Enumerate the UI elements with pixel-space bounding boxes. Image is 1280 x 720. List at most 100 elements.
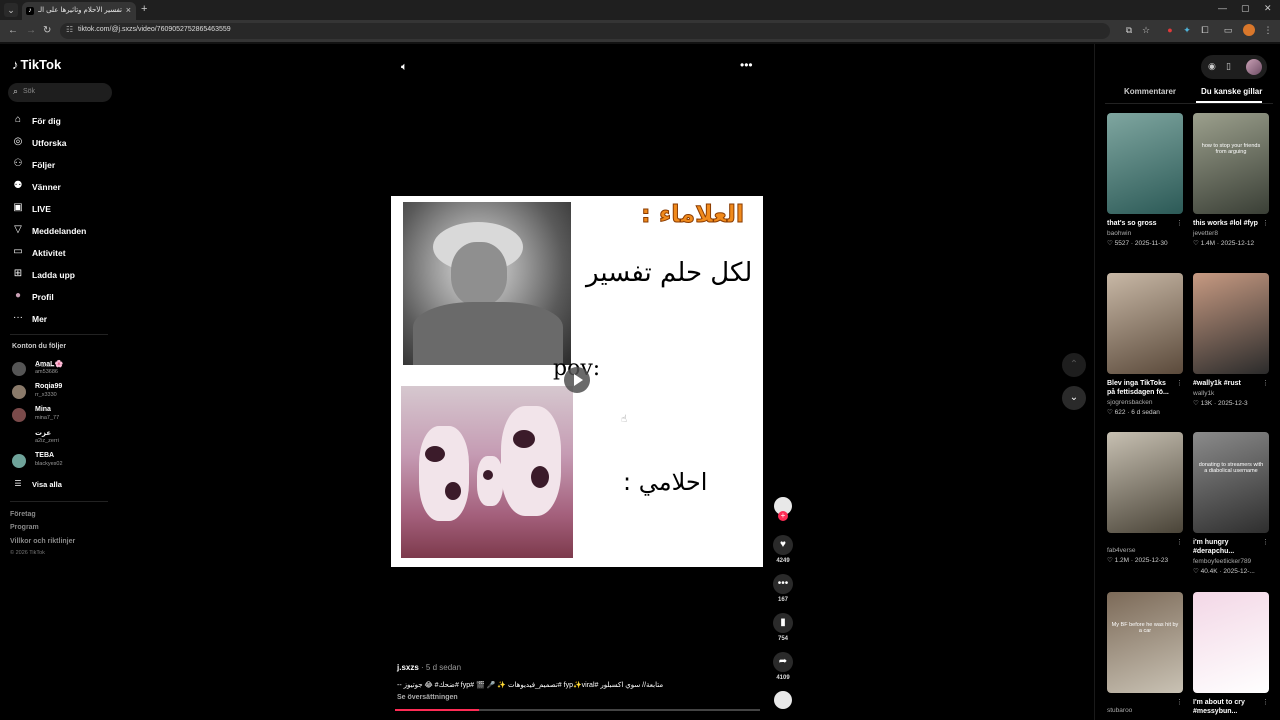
minimize-icon[interactable]: — — [1218, 3, 1227, 13]
save-button[interactable]: ▮ 754 — [772, 613, 794, 642]
user-avatar[interactable] — [1246, 59, 1262, 75]
play-icon — [574, 374, 583, 386]
video-thumbnail[interactable]: donating to streamers with a diabolical … — [1193, 432, 1269, 533]
tab-search-button[interactable]: ⌄ — [4, 3, 18, 17]
more-options-icon[interactable]: ••• — [740, 58, 753, 72]
tab-suggested[interactable]: Du kanske gillar — [1201, 87, 1262, 96]
suggested-video-card[interactable]: ⋮ I'm about to cry #messybun... — [1193, 592, 1269, 716]
nav-messages[interactable]: ▽ Meddelanden — [12, 222, 112, 240]
suggested-video-card[interactable]: ⋮ that's so gross baohwin ♡ 5527 · 2025-11-… — [1107, 113, 1183, 247]
profile-avatar-icon[interactable] — [1243, 24, 1255, 36]
creator-avatar-button[interactable]: + — [772, 497, 794, 521]
video-thumbnail[interactable]: My BF before he was hit by a car — [1107, 592, 1183, 693]
extensions-puzzle-icon[interactable]: ⧠ — [1199, 24, 1211, 36]
play-button[interactable] — [564, 367, 590, 393]
card-more-icon[interactable]: ⋮ — [1176, 538, 1183, 546]
like-button[interactable]: ♥ 4249 — [772, 535, 794, 564]
bookmark-star-icon[interactable]: ☆ — [1140, 24, 1152, 36]
compass-icon[interactable]: ◉ — [1208, 61, 1216, 72]
card-author[interactable]: wally1k — [1193, 390, 1269, 397]
extension-red-icon[interactable]: ● — [1164, 24, 1176, 36]
downloads-icon[interactable]: ▭ — [1222, 24, 1234, 36]
card-more-icon[interactable]: ⋮ — [1262, 379, 1269, 387]
window-close-icon[interactable]: ✕ — [1264, 3, 1272, 14]
follow-plus-icon[interactable]: + — [778, 511, 788, 521]
nav-profile[interactable]: ● Profil — [12, 288, 112, 306]
video-thumbnail[interactable] — [1107, 432, 1183, 533]
footer-company-link[interactable]: Företag — [10, 511, 36, 518]
address-bar[interactable]: ☷ tiktok.com/@j.sxzs/video/7609052752865… — [60, 23, 1110, 39]
logo-text: TikTok — [20, 57, 62, 72]
volume-icon[interactable]: 🔈︎ — [401, 61, 408, 74]
caption-username[interactable]: j.sxzs · 5 d sedan — [397, 663, 461, 672]
video-thumbnail[interactable] — [1107, 113, 1183, 214]
card-more-icon[interactable]: ⋮ — [1176, 698, 1183, 706]
suggested-video-card[interactable]: how to stop your friends from arguing ⋮ th… — [1193, 113, 1269, 247]
video-thumbnail[interactable]: how to stop your friends from arguing — [1193, 113, 1269, 214]
phone-icon[interactable]: ▯ — [1226, 61, 1231, 72]
back-icon[interactable]: ← — [8, 25, 18, 36]
show-all-following[interactable]: ☰ Visa alla — [12, 479, 112, 491]
extension-blue-icon[interactable]: ✦ — [1181, 24, 1193, 36]
suggested-video-card[interactable]: My BF before he was hit by a car ⋮ stubaro… — [1107, 592, 1183, 714]
card-more-icon[interactable]: ⋮ — [1176, 379, 1183, 387]
suggested-video-card[interactable]: ⋮ #wally1k #rust wally1k ♡ 13K · 2025-12-3 — [1193, 273, 1269, 407]
followed-account[interactable]: Mina mina7_77 — [12, 406, 112, 426]
card-more-icon[interactable]: ⋮ — [1176, 219, 1183, 227]
sound-disc-button[interactable] — [772, 691, 794, 709]
tab-comments[interactable]: Kommentarer — [1124, 87, 1176, 96]
nav-upload[interactable]: ⊞ Ladda upp — [12, 266, 112, 284]
video-thumbnail[interactable] — [1193, 273, 1269, 374]
card-author[interactable]: jevetter8 — [1193, 230, 1269, 237]
tab-close-icon[interactable]: × — [126, 5, 131, 15]
maximize-icon[interactable]: ▢ — [1241, 3, 1250, 14]
browser-tab-active[interactable]: ♪ تفسير الأحلام وتأثيرها على الـ × — [22, 2, 136, 20]
card-author[interactable]: baohwin — [1107, 230, 1183, 237]
show-all-label: Visa alla — [32, 480, 62, 489]
music-disc-icon — [774, 691, 792, 709]
video-player[interactable]: العلاماء : لكل حلم تفسير pov: احلامي : — [391, 196, 763, 567]
card-more-icon[interactable]: ⋮ — [1262, 219, 1269, 227]
card-more-icon[interactable]: ⋮ — [1262, 538, 1269, 546]
install-app-icon[interactable]: ⧉ — [1123, 24, 1135, 36]
footer-program-link[interactable]: Program — [10, 524, 39, 531]
nav-live[interactable]: ▣ LIVE — [12, 200, 112, 218]
suggested-video-card[interactable]: ⋮ Blev inga TikToks på fettisdagen fö... s… — [1107, 273, 1183, 416]
suggested-video-card[interactable]: donating to streamers with a diabolical … — [1193, 432, 1269, 575]
nav-activity[interactable]: ▭ Aktivitet — [12, 244, 112, 262]
card-author[interactable]: stubaroo — [1107, 707, 1183, 714]
share-button[interactable]: ➦ 4109 — [772, 652, 794, 681]
reload-icon[interactable]: ↻ — [43, 25, 51, 36]
video-thumbnail[interactable] — [1107, 273, 1183, 374]
right-panel: ◉ ▯ Kommentarer Du kanske gillar ⋮ that's… — [1094, 44, 1280, 720]
footer-terms-link[interactable]: Villkor och riktlinjer — [10, 538, 75, 545]
followed-account[interactable]: A̲m̲a̲L̲🌸 am53686 — [12, 360, 112, 380]
followed-account[interactable]: TEBA blackyes02 — [12, 452, 112, 472]
search-input[interactable]: ⌕ Sök — [8, 83, 112, 102]
site-info-icon[interactable]: ☷ — [66, 25, 73, 34]
card-more-icon[interactable]: ⋮ — [1262, 698, 1269, 706]
forward-icon[interactable]: → — [26, 25, 36, 36]
nav-friends[interactable]: ⚉ Vänner — [12, 178, 112, 196]
suggested-video-card[interactable]: ⋮ fab4verse ♡ 1.2M · 2025-12-23 — [1107, 432, 1183, 564]
search-placeholder: Sök — [23, 88, 36, 95]
card-author[interactable]: sjogrensbacken — [1107, 399, 1183, 406]
nav-more[interactable]: ··· Mer — [12, 310, 112, 328]
new-tab-button[interactable]: + — [141, 3, 147, 15]
previous-video-button[interactable]: ⌃ — [1062, 353, 1086, 377]
followed-account[interactable]: Roqia99 rr_x3330 — [12, 383, 112, 403]
followed-account[interactable]: عزت a2iz_zerri — [12, 429, 112, 449]
see-translation-link[interactable]: Se översättningen — [397, 694, 458, 701]
browser-menu-icon[interactable]: ⋮ — [1262, 24, 1274, 36]
comment-button[interactable]: ••• 167 — [772, 574, 794, 603]
copyright: © 2026 TikTok — [10, 550, 45, 556]
card-author[interactable]: femboyfeetlicker789 — [1193, 558, 1269, 565]
card-author[interactable]: fab4verse — [1107, 547, 1183, 554]
nav-following[interactable]: ⚇ Följer — [12, 156, 112, 174]
nav-for-you[interactable]: ⌂ För dig — [12, 112, 112, 130]
video-thumbnail[interactable] — [1193, 592, 1269, 693]
video-progress-bar[interactable] — [395, 709, 760, 711]
nav-explore[interactable]: ◎ Utforska — [12, 134, 112, 152]
tiktok-logo[interactable]: ♪ TikTok — [12, 57, 61, 72]
next-video-button[interactable]: ⌄ — [1062, 386, 1086, 410]
